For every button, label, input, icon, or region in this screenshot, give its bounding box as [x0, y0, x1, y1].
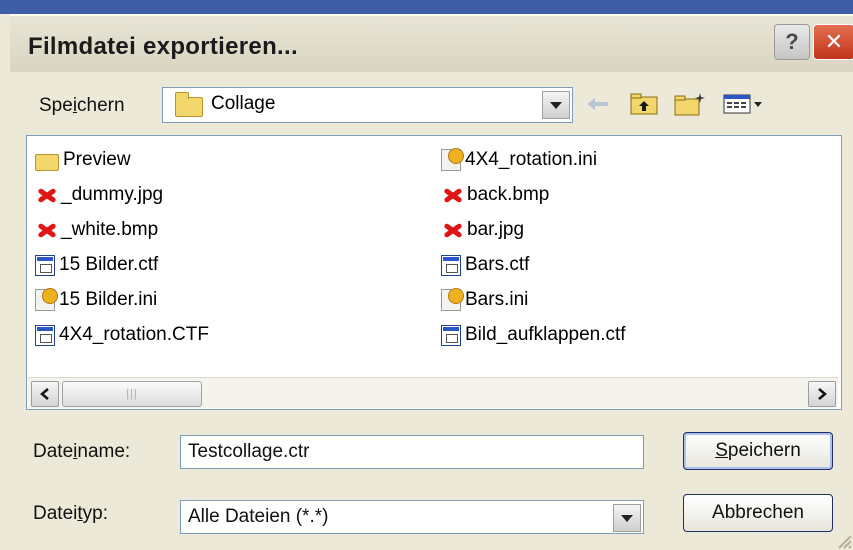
resize-grip-icon[interactable]	[836, 533, 852, 549]
scroll-left-button[interactable]	[31, 381, 59, 407]
list-item[interactable]: 15 Bilder.ini	[35, 285, 157, 315]
save-in-combobox[interactable]: Collage	[162, 87, 573, 123]
scrollbar-thumb[interactable]: |||	[62, 381, 202, 407]
ini-file-icon	[441, 148, 464, 171]
list-item[interactable]: _dummy.jpg	[35, 180, 163, 210]
ctf-file-icon	[441, 254, 461, 276]
image-file-icon	[35, 184, 57, 206]
folder-up-icon[interactable]	[628, 90, 660, 118]
list-item[interactable]: 4X4_rotation.ini	[441, 145, 597, 175]
list-item[interactable]: 4X4_rotation.CTF	[35, 320, 209, 350]
list-item[interactable]: bar.jpg	[441, 215, 524, 245]
image-file-icon	[441, 219, 463, 241]
back-arrow-icon[interactable]	[584, 90, 612, 118]
ctf-file-icon	[441, 324, 461, 346]
close-button[interactable]: ✕	[813, 24, 853, 60]
list-item[interactable]: Bars.ctf	[441, 250, 529, 280]
list-item[interactable]: Bild_aufklappen.ctf	[441, 320, 626, 350]
save-in-label: Speichern	[39, 95, 125, 116]
chevron-right-icon	[818, 388, 827, 400]
view-menu-icon[interactable]	[722, 90, 766, 118]
image-file-icon	[441, 184, 463, 206]
ini-file-icon	[441, 288, 464, 311]
cancel-button[interactable]: Abbrechen	[683, 494, 833, 532]
window-frame-top	[0, 0, 853, 14]
ini-file-icon	[35, 288, 58, 311]
window-title: Filmdatei exportieren...	[28, 33, 298, 60]
list-item[interactable]: back.bmp	[441, 180, 549, 210]
folder-icon	[175, 92, 203, 117]
list-item[interactable]: Preview	[35, 145, 131, 175]
save-in-dropdown-button[interactable]	[542, 91, 570, 119]
image-file-icon	[35, 219, 57, 241]
filename-input[interactable]: Testcollage.ctr	[180, 435, 644, 469]
folder-icon	[35, 153, 59, 171]
scroll-right-button[interactable]	[808, 381, 836, 407]
filetype-label: Dateityp:	[33, 503, 108, 524]
ctf-file-icon	[35, 254, 55, 276]
list-item[interactable]: 15 Bilder.ctf	[35, 250, 158, 280]
list-item[interactable]: Bars.ini	[441, 285, 528, 315]
chevron-down-icon	[621, 514, 633, 522]
ctf-file-icon	[35, 324, 55, 346]
help-button[interactable]: ?	[774, 24, 810, 60]
list-item[interactable]: _white.bmp	[35, 215, 158, 245]
new-folder-icon[interactable]	[672, 90, 708, 118]
file-list[interactable]: Preview _dummy.jpg _white.bmp 15 Bilder.…	[26, 135, 842, 410]
filename-label: Dateiname:	[33, 441, 131, 462]
filetype-dropdown-button[interactable]	[613, 504, 641, 532]
save-button[interactable]: Speichern	[683, 432, 833, 470]
chevron-left-icon	[40, 388, 49, 400]
filetype-select[interactable]: Alle Dateien (*.*)	[180, 500, 644, 534]
save-in-value: Collage	[211, 93, 276, 114]
horizontal-scrollbar[interactable]: |||	[28, 377, 838, 408]
chevron-down-icon	[550, 101, 562, 109]
